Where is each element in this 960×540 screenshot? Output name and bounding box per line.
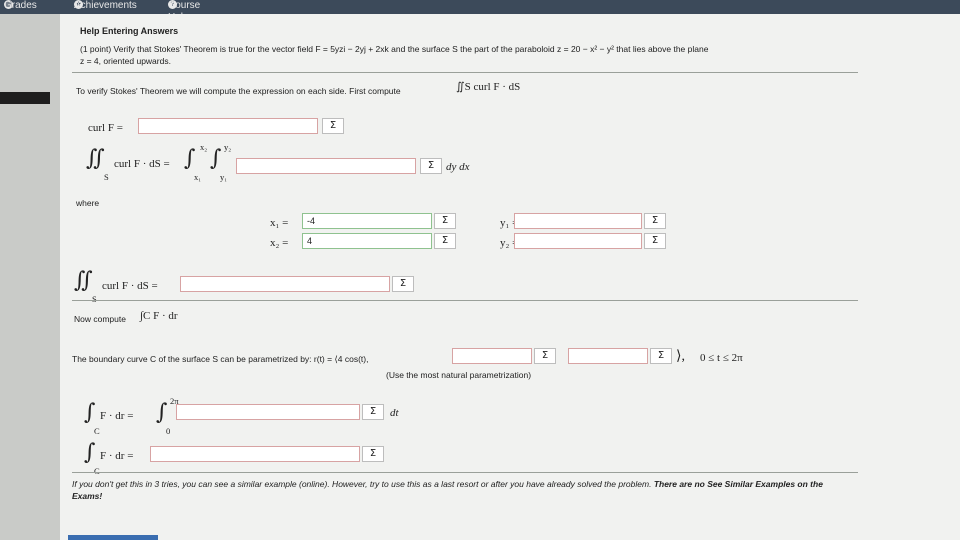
submit-button[interactable] (68, 535, 158, 540)
x2-input[interactable]: 4 (302, 233, 432, 249)
curve-subscript: C (94, 466, 100, 476)
sidebar-strip (0, 92, 50, 104)
footer-note-italic: If you don't get this in 3 tries, you ca… (72, 479, 652, 489)
double-integral-icon: ∬ (86, 146, 105, 171)
equation-editor-button[interactable]: Σ (650, 348, 672, 364)
intro-text: To verify Stokes' Theorem we will comput… (76, 86, 401, 96)
surface-subscript: S (92, 294, 97, 304)
inner-integral-icon: ∫ (210, 146, 222, 171)
equation-editor-button[interactable]: Σ (434, 233, 456, 249)
dydx-label: dy dx (446, 161, 470, 173)
line-integral-icon: ∫ (84, 440, 96, 465)
line-integral-icon: ∫ (84, 400, 96, 425)
equation-editor-button[interactable]: Σ (362, 446, 384, 462)
y1-input[interactable] (514, 213, 642, 229)
equation-editor-button[interactable]: Σ (362, 404, 384, 420)
upper-limit-x2: x₂ (200, 142, 208, 152)
curl-label: curl F = (88, 122, 123, 134)
x2-label: x₂ = (270, 237, 289, 249)
natural-param-hint: (Use the most natural parametrization) (386, 370, 532, 380)
help-entering-answers-link[interactable]: Help Entering Answers (80, 26, 178, 36)
problem-statement-line2: z = 4, oriented upwards. (80, 56, 171, 66)
equation-editor-button[interactable]: Σ (644, 233, 666, 249)
divider (72, 472, 858, 473)
double-integral-icon: ∬ (74, 268, 93, 293)
divider (72, 72, 858, 73)
x1-input[interactable]: -4 (302, 213, 432, 229)
curl-integral-label: curl F · dS = (114, 158, 170, 170)
intro-surface-integral: ∬S curl F · dS (456, 81, 521, 93)
now-compute-text: Now compute (74, 314, 126, 324)
line-integral-label: F · dr = (100, 410, 134, 422)
line-integral-result-label: F · dr = (100, 450, 134, 462)
boundary-text: The boundary curve C of the surface S ca… (72, 354, 369, 364)
r-y-component-input[interactable] (452, 348, 532, 364)
top-nav: ▦Grades ★Achievements ?Course Help (0, 0, 960, 23)
curve-subscript: C (94, 426, 100, 436)
equation-editor-button[interactable]: Σ (434, 213, 456, 229)
surface-integral-result-input[interactable] (180, 276, 390, 292)
problem-panel: Help Entering Answers (1 point) Verify t… (60, 14, 960, 540)
t-range: 0 ≤ t ≤ 2π (700, 352, 743, 364)
upper-limit-y2: y₂ (224, 142, 232, 152)
divider (72, 300, 858, 301)
equation-editor-button[interactable]: Σ (392, 276, 414, 292)
equation-editor-button[interactable]: Σ (534, 348, 556, 364)
problem-statement-line1: (1 point) Verify that Stokes' Theorem is… (80, 44, 709, 54)
surface-subscript: S (104, 172, 109, 182)
x1-label: x₁ = (270, 217, 289, 229)
equation-editor-button[interactable]: Σ (322, 118, 344, 134)
line-integrand-input[interactable] (176, 404, 360, 420)
equation-editor-button[interactable]: Σ (644, 213, 666, 229)
equation-editor-button[interactable]: Σ (420, 158, 442, 174)
line-integral-result-input[interactable] (150, 446, 360, 462)
y2-input[interactable] (514, 233, 642, 249)
lower-limit-0: 0 (166, 426, 171, 436)
outer-integral-icon: ∫ (184, 146, 196, 171)
lower-limit-x1: x₁ (194, 172, 202, 182)
lower-limit-y1: y₁ (220, 172, 228, 182)
result-label: curl F · dS = (102, 280, 158, 292)
definite-integral-icon: ∫ (156, 400, 168, 425)
footer-note: If you don't get this in 3 tries, you ca… (72, 478, 852, 502)
dt-label: dt (390, 407, 399, 419)
integrand-input[interactable] (236, 158, 416, 174)
where-label: where (76, 198, 100, 208)
now-compute-line-integral: ∫C F · dr (140, 310, 178, 322)
r-z-component-input[interactable] (568, 348, 648, 364)
curl-input[interactable] (138, 118, 318, 134)
angle-bracket-close: ⟩, (676, 349, 685, 364)
